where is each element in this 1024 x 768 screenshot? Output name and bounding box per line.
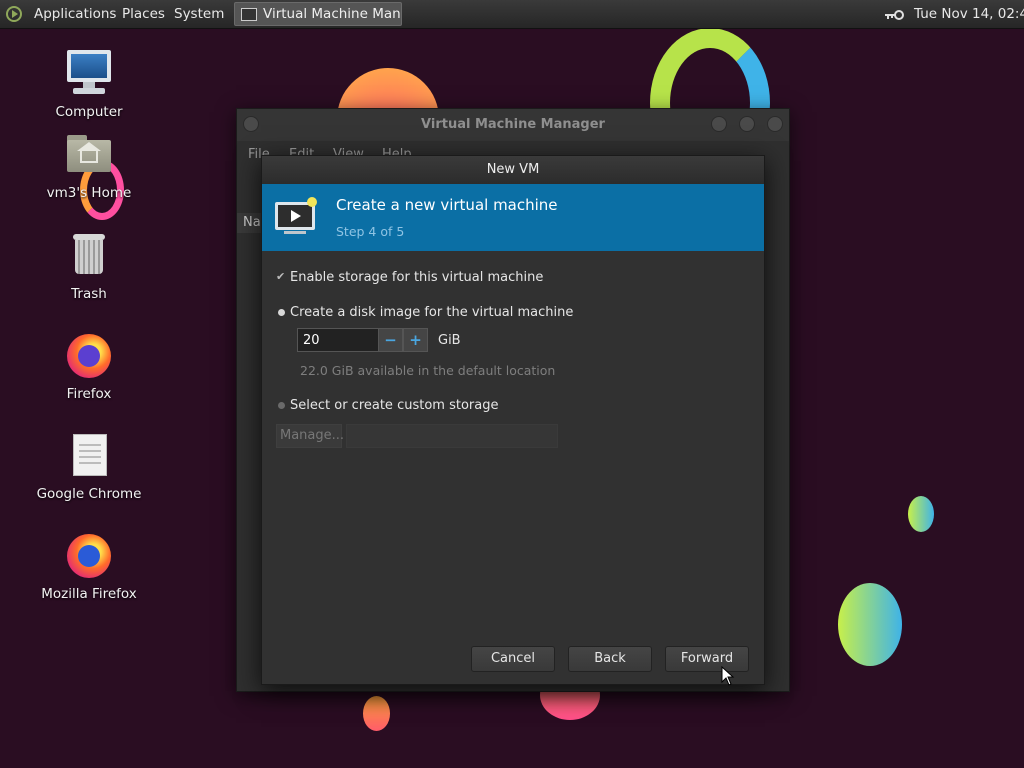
vm-list-header[interactable]: Na (237, 213, 261, 233)
desktop-decoration-large-oval (838, 583, 902, 666)
desktop-icon-computer[interactable]: Computer (34, 50, 144, 120)
top-panel: Applications Places System Virtual Machi… (0, 0, 1024, 29)
manage-button[interactable]: Manage... (276, 424, 344, 448)
desktop-icon-label: Google Chrome (36, 486, 142, 502)
minimize-button[interactable] (711, 116, 727, 132)
window-menu-button[interactable] (243, 116, 259, 132)
forward-button[interactable]: Forward (665, 646, 749, 672)
distro-logo-icon[interactable] (6, 6, 22, 22)
desktop-icon-trash[interactable]: Trash (34, 232, 144, 302)
clock[interactable]: Tue Nov 14, 02:43 (914, 0, 1024, 28)
create-disk-radio[interactable] (278, 309, 285, 316)
taskbar-button-vmm[interactable]: Virtual Machine Man… (234, 2, 402, 26)
new-vm-monitor-icon (275, 197, 317, 234)
taskbar-button-label: Virtual Machine Man… (263, 6, 402, 22)
vmm-task-icon (241, 8, 257, 21)
document-icon (65, 432, 113, 480)
firefox-icon (65, 532, 113, 580)
applications-menu[interactable]: Applications (34, 0, 116, 28)
back-button[interactable]: Back (568, 646, 652, 672)
desktop-icon-google-chrome[interactable]: Google Chrome (34, 432, 144, 502)
enable-storage-checkbox[interactable]: ✔ (276, 271, 286, 282)
desktop-icon-label: Firefox (66, 386, 112, 402)
mouse-cursor-icon (721, 666, 735, 686)
decrease-size-button[interactable]: − (378, 328, 403, 352)
desktop-icon-firefox[interactable]: Firefox (34, 332, 144, 402)
enable-storage-label[interactable]: Enable storage for this virtual machine (290, 270, 543, 285)
desktop-icon-label: Trash (71, 286, 107, 302)
vmm-titlebar: Virtual Machine Manager (237, 109, 789, 141)
system-menu[interactable]: System (174, 0, 224, 28)
increase-size-button[interactable]: + (403, 328, 428, 352)
header-step: Step 4 of 5 (336, 224, 405, 239)
create-disk-label[interactable]: Create a disk image for the virtual mach… (290, 305, 573, 320)
desktop-decoration-small-oval (908, 496, 934, 532)
cancel-button[interactable]: Cancel (471, 646, 555, 672)
disk-size-input[interactable] (297, 328, 379, 352)
desktop-icon-label: Mozilla Firefox (41, 586, 137, 602)
new-vm-header: Create a new virtual machine Step 4 of 5 (262, 184, 764, 251)
disk-size-unit: GiB (438, 333, 461, 348)
storage-path-field[interactable] (346, 424, 558, 448)
new-vm-titlebar: New VM (262, 156, 764, 184)
key-icon[interactable] (884, 9, 904, 21)
custom-storage-label[interactable]: Select or create custom storage (290, 398, 498, 413)
trash-icon (65, 232, 113, 280)
desktop-icon-home[interactable]: vm3's Home (34, 131, 144, 201)
firefox-icon (65, 332, 113, 380)
new-vm-dialog: New VM Create a new virtual machine Step… (261, 155, 765, 685)
desktop-icon-mozilla-firefox[interactable]: Mozilla Firefox (34, 532, 144, 602)
close-button[interactable] (767, 116, 783, 132)
vmm-window-title: Virtual Machine Manager (421, 117, 605, 132)
computer-icon (65, 50, 113, 98)
places-menu[interactable]: Places (122, 0, 165, 28)
desktop-decoration-bottom-oval (363, 696, 390, 731)
available-space-text: 22.0 GiB available in the default locati… (300, 363, 556, 378)
maximize-button[interactable] (739, 116, 755, 132)
desktop-icon-label: Computer (55, 104, 123, 120)
desktop-icon-label: vm3's Home (46, 185, 132, 201)
header-title: Create a new virtual machine (336, 196, 558, 214)
home-folder-icon (65, 131, 113, 179)
custom-storage-radio[interactable] (278, 402, 285, 409)
